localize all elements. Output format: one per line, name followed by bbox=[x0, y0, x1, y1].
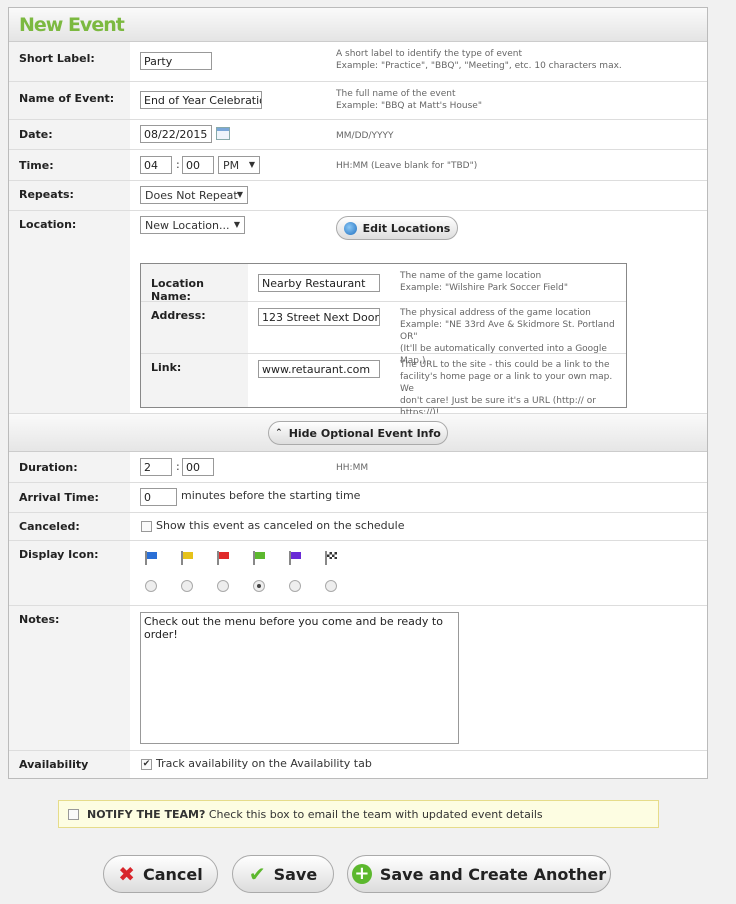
duration-hours-input[interactable]: 2 bbox=[140, 458, 172, 476]
display-icon-radio[interactable] bbox=[253, 580, 265, 592]
cancel-label: Cancel bbox=[143, 864, 203, 884]
chevron-up-icon: ⌃ bbox=[275, 428, 283, 438]
repeats-select[interactable]: Does Not Repeat bbox=[140, 186, 248, 204]
row-repeats: Repeats: Does Not Repeat bbox=[9, 181, 707, 211]
row-time: Time: 04 : 00 PM HH:MM (Leave blank for … bbox=[9, 150, 707, 181]
label: Link: bbox=[141, 354, 248, 407]
colon: : bbox=[176, 460, 180, 473]
label: Name of Event: bbox=[9, 82, 130, 119]
label: Time: bbox=[9, 150, 130, 180]
plus-icon: + bbox=[351, 864, 372, 884]
label: Availability bbox=[9, 751, 130, 778]
time-help: HH:MM (Leave blank for "TBD") bbox=[336, 161, 478, 171]
label: Location Name: bbox=[141, 264, 248, 303]
canceled-text: Show this event as canceled on the sched… bbox=[156, 519, 405, 532]
checkered-flag-icon bbox=[324, 551, 338, 565]
blue-flag-icon bbox=[144, 551, 158, 565]
label: Canceled: bbox=[9, 513, 130, 540]
checkmark-icon: ✔ bbox=[248, 862, 266, 886]
row-date: Date: 08/22/2015 MM/DD/YYYY bbox=[9, 120, 707, 150]
new-event-form: New Event Short Label: Party A short lab… bbox=[8, 7, 708, 779]
link-help: The URL to the site - this could be a li… bbox=[400, 360, 613, 418]
arrival-input[interactable]: 0 bbox=[140, 488, 177, 506]
yellow-flag-icon bbox=[180, 551, 194, 565]
save-label: Save bbox=[273, 864, 318, 884]
arrival-suffix: minutes before the starting time bbox=[181, 489, 361, 502]
row-name: Name of Event: End of Year Celebration T… bbox=[9, 82, 707, 120]
notify-box: NOTIFY THE TEAM? Check this box to email… bbox=[58, 800, 659, 828]
label: Arrival Time: bbox=[9, 483, 130, 512]
row-location-name: Location Name: Nearby Restaurant The nam… bbox=[141, 264, 626, 303]
row-duration: Duration: 2 : 00 HH:MM bbox=[9, 452, 707, 483]
red-flag-icon bbox=[216, 551, 230, 565]
notes-textarea[interactable]: Check out the menu before you come and b… bbox=[140, 612, 459, 744]
save-button[interactable]: ✔ Save bbox=[232, 855, 334, 893]
label: Short Label: bbox=[9, 42, 130, 81]
display-icon-radio[interactable] bbox=[289, 580, 301, 592]
location-select[interactable]: New Location... bbox=[140, 216, 245, 234]
location-name-input[interactable]: Nearby Restaurant bbox=[258, 274, 380, 292]
date-help: MM/DD/YYYY bbox=[336, 131, 394, 141]
row-canceled: Canceled: Show this event as canceled on… bbox=[9, 513, 707, 541]
duration-minutes-input[interactable]: 00 bbox=[182, 458, 214, 476]
green-flag-icon bbox=[252, 551, 266, 565]
purple-flag-icon bbox=[288, 551, 302, 565]
short-label-help: A short label to identify the type of ev… bbox=[336, 49, 622, 71]
notify-description: Check this box to email the team with up… bbox=[208, 808, 543, 821]
label: Date: bbox=[9, 120, 130, 149]
display-icon-radio[interactable] bbox=[217, 580, 229, 592]
short-label-input[interactable]: Party bbox=[140, 52, 212, 70]
date-input[interactable]: 08/22/2015 bbox=[140, 125, 212, 143]
row-location: Location: New Location... Edit Locations… bbox=[9, 211, 707, 418]
notify-bold: NOTIFY THE TEAM? bbox=[87, 808, 206, 821]
x-icon: ✖ bbox=[118, 862, 135, 886]
row-short-label: Short Label: Party A short label to iden… bbox=[9, 42, 707, 82]
link-input[interactable]: www.retaurant.com bbox=[258, 360, 380, 378]
notify-text: NOTIFY THE TEAM? Check this box to email… bbox=[87, 808, 543, 821]
minute-input[interactable]: 00 bbox=[182, 156, 214, 174]
row-address: Address: 123 Street Next Door The physic… bbox=[141, 302, 626, 366]
label: Repeats: bbox=[9, 181, 130, 210]
hide-optional-info-button[interactable]: ⌃ Hide Optional Event Info bbox=[268, 421, 448, 445]
edit-locations-label: Edit Locations bbox=[362, 221, 451, 235]
display-icon-radio[interactable] bbox=[325, 580, 337, 592]
notify-checkbox[interactable] bbox=[68, 809, 79, 820]
save-and-create-another-button[interactable]: + Save and Create Another bbox=[347, 855, 611, 893]
save-another-label: Save and Create Another bbox=[379, 864, 607, 884]
availability-text: Track availability on the Availability t… bbox=[156, 757, 372, 770]
label: Location: bbox=[9, 211, 130, 413]
display-icon-radio[interactable] bbox=[181, 580, 193, 592]
ampm-select[interactable]: PM bbox=[218, 156, 260, 174]
duration-help: HH:MM bbox=[336, 463, 369, 473]
label: Display Icon: bbox=[9, 541, 130, 605]
hour-input[interactable]: 04 bbox=[140, 156, 172, 174]
calendar-icon[interactable] bbox=[216, 127, 230, 140]
location-name-help: The name of the game location Example: "W… bbox=[400, 271, 569, 293]
row-notes: Notes: Check out the menu before you com… bbox=[9, 606, 707, 751]
availability-checkbox[interactable]: ✔ bbox=[141, 759, 152, 770]
row-display-icon: Display Icon: bbox=[9, 541, 707, 606]
label: Notes: bbox=[9, 606, 130, 750]
label: Address: bbox=[141, 302, 248, 353]
hide-optional-label: Hide Optional Event Info bbox=[288, 426, 441, 440]
display-icon-radio[interactable] bbox=[145, 580, 157, 592]
row-availability: Availability ✔ Track availability on the… bbox=[9, 751, 707, 778]
row-link: Link: www.retaurant.com The URL to the s… bbox=[141, 354, 626, 418]
row-arrival: Arrival Time: 0 minutes before the start… bbox=[9, 483, 707, 513]
canceled-checkbox[interactable] bbox=[141, 521, 152, 532]
page-title: New Event bbox=[9, 8, 707, 42]
optional-info-bar: ⌃ Hide Optional Event Info bbox=[9, 414, 707, 452]
globe-icon bbox=[343, 221, 357, 235]
cancel-button[interactable]: ✖ Cancel bbox=[103, 855, 218, 893]
event-name-input[interactable]: End of Year Celebration bbox=[140, 91, 262, 109]
edit-locations-button[interactable]: Edit Locations bbox=[336, 216, 458, 240]
location-details: Location Name: Nearby Restaurant The nam… bbox=[140, 263, 627, 418]
colon: : bbox=[176, 158, 180, 171]
address-input[interactable]: 123 Street Next Door bbox=[258, 308, 380, 326]
label: Duration: bbox=[9, 452, 130, 482]
name-help: The full name of the event Example: "BBQ … bbox=[336, 89, 482, 111]
